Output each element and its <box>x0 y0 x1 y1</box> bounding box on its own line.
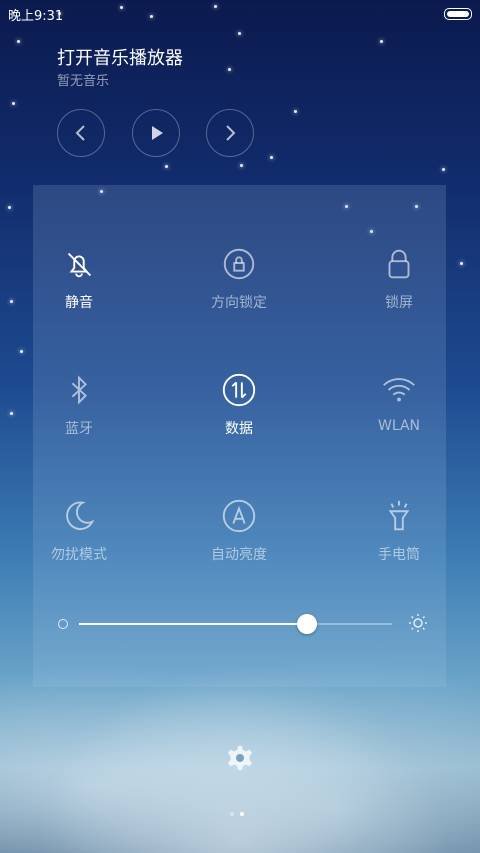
toggle-label: WLAN <box>377 418 420 434</box>
previous-button[interactable] <box>57 109 105 157</box>
toggle-bluetooth[interactable]: 蓝牙 <box>19 370 139 450</box>
toggle-flashlight[interactable]: 手电筒 <box>339 496 459 576</box>
music-title[interactable]: 打开音乐播放器 <box>57 44 183 70</box>
toggle-label: 方向锁定 <box>211 295 267 311</box>
status-bar: 晚上9:31 <box>0 0 480 26</box>
toggle-label: 数据 <box>225 421 253 437</box>
toggle-label: 勿扰模式 <box>51 547 107 563</box>
toggle-mobile-data[interactable]: 数据 <box>179 370 299 450</box>
toggle-label: 蓝牙 <box>65 421 93 437</box>
flashlight-icon <box>379 496 419 536</box>
toggle-label: 自动亮度 <box>211 547 267 563</box>
brightness-thumb[interactable] <box>297 614 318 634</box>
circle-icon <box>58 619 68 629</box>
lock-icon <box>379 244 419 284</box>
next-button[interactable] <box>206 109 254 157</box>
toggle-auto-brightness[interactable]: 自动亮度 <box>179 496 299 576</box>
moon-icon <box>59 496 99 536</box>
rotation-lock-icon <box>219 244 259 284</box>
toggle-wlan[interactable]: WLAN <box>339 370 459 450</box>
status-time: 晚上9:31 <box>8 9 64 24</box>
page-dot-active <box>240 812 244 816</box>
toggle-do-not-disturb[interactable]: 勿扰模式 <box>19 496 139 576</box>
chevron-right-icon <box>226 125 236 141</box>
play-icon <box>152 126 163 140</box>
brightness-fill <box>79 623 308 625</box>
toggle-label: 锁屏 <box>385 295 413 311</box>
brightness-slider[interactable] <box>58 610 428 638</box>
auto-brightness-icon <box>219 496 259 536</box>
toggle-label: 静音 <box>65 295 93 311</box>
music-subtitle: 暂无音乐 <box>57 74 110 89</box>
mobile-data-icon <box>219 370 259 410</box>
brightness-track[interactable] <box>79 614 392 634</box>
page-indicator <box>230 812 250 818</box>
chevron-left-icon <box>75 125 85 141</box>
page-dot <box>230 812 234 816</box>
bluetooth-icon <box>59 370 99 410</box>
toggle-rotation-lock[interactable]: 方向锁定 <box>179 244 299 324</box>
play-button[interactable] <box>132 109 180 157</box>
toggle-label: 手电筒 <box>378 547 420 563</box>
sun-icon <box>409 614 427 632</box>
bell-off-icon <box>59 244 99 284</box>
wifi-icon <box>379 370 419 410</box>
gear-icon[interactable] <box>226 744 254 772</box>
toggle-mute[interactable]: 静音 <box>19 244 139 324</box>
toggle-lock-screen[interactable]: 锁屏 <box>339 244 459 324</box>
battery-icon <box>444 8 472 20</box>
